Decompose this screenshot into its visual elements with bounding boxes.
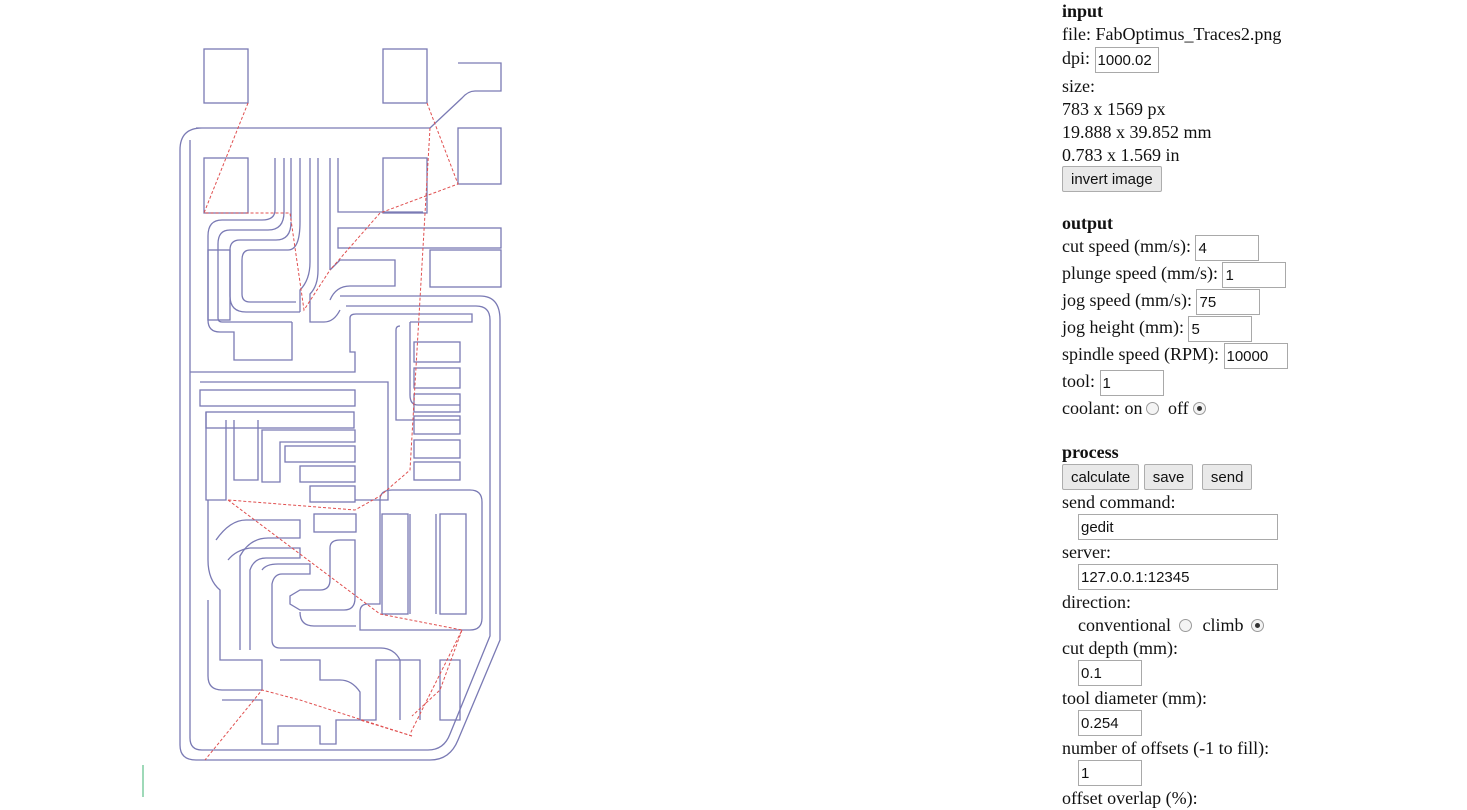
jog-speed-row: jog speed (mm/s):	[1062, 289, 1462, 316]
direction-climb-radio[interactable]	[1251, 618, 1265, 632]
board-outline-path	[179, 127, 501, 761]
toolpath-traces	[179, 48, 502, 761]
invert-image-button[interactable]: invert image	[1062, 166, 1162, 192]
offsets-input[interactable]	[1078, 760, 1142, 786]
pad-top-mid	[382, 48, 428, 104]
pad-top-left	[203, 48, 249, 104]
save-button[interactable]: save	[1143, 464, 1194, 490]
coolant-label: coolant:	[1062, 398, 1120, 418]
file-name: FabOptimus_Traces2.png	[1095, 24, 1282, 44]
trace-top-right	[429, 62, 502, 129]
offsets-label: number of offsets (-1 to fill):	[1062, 738, 1270, 758]
jog-moves	[203, 102, 463, 761]
file-label: file:	[1062, 24, 1091, 44]
cut-depth-label: cut depth (mm):	[1062, 638, 1178, 658]
file-row: file: FabOptimus_Traces2.png	[1062, 23, 1462, 46]
plunge-speed-row: plunge speed (mm/s):	[1062, 262, 1462, 289]
send-command-label: send command:	[1062, 492, 1176, 512]
tool-diameter-label: tool diameter (mm):	[1062, 688, 1207, 708]
toolpath-canvas[interactable]	[0, 0, 1040, 797]
direction-conventional-radio[interactable]	[1178, 618, 1192, 632]
tool-label: tool:	[1062, 371, 1096, 392]
jog-speed-input[interactable]	[1196, 289, 1261, 315]
size-px: 783 x 1569 px	[1062, 99, 1166, 119]
calculate-button[interactable]: calculate	[1062, 464, 1140, 490]
input-section-title: input	[1062, 1, 1104, 21]
plunge-speed-label: plunge speed (mm/s):	[1062, 263, 1218, 284]
tool-input[interactable]	[1099, 370, 1164, 396]
direction-row: conventional climb	[1062, 614, 1462, 637]
size-label: size:	[1062, 76, 1095, 96]
dpi-label: dpi:	[1062, 48, 1091, 69]
direction-conventional-label: conventional	[1078, 615, 1171, 635]
coolant-on-radio[interactable]	[1146, 401, 1160, 415]
dpi-input[interactable]	[1094, 47, 1159, 73]
offset-overlap-label: offset overlap (%):	[1062, 788, 1198, 808]
process-buttons: calculate save send	[1062, 464, 1462, 491]
process-section-title: process	[1062, 442, 1119, 462]
send-command-input[interactable]	[1078, 514, 1278, 540]
size-mm: 19.888 x 39.852 mm	[1062, 122, 1212, 142]
cut-speed-row: cut speed (mm/s):	[1062, 235, 1462, 262]
size-in: 0.783 x 1.569 in	[1062, 145, 1180, 165]
spindle-input[interactable]	[1223, 343, 1288, 369]
direction-label: direction:	[1062, 592, 1131, 612]
plunge-speed-input[interactable]	[1222, 262, 1287, 288]
cut-speed-label: cut speed (mm/s):	[1062, 236, 1191, 257]
cut-depth-input[interactable]	[1078, 660, 1142, 686]
output-section-title: output	[1062, 213, 1114, 233]
pad-mid-upper	[382, 157, 428, 214]
trace-right-bar	[337, 227, 502, 249]
coolant-on-label: on	[1124, 398, 1143, 418]
settings-panel: input file: FabOptimus_Traces2.png dpi: …	[1062, 0, 1462, 810]
jog-height-label: jog height (mm):	[1062, 317, 1184, 338]
pad-left-upper	[203, 157, 249, 214]
coolant-off-label: off	[1167, 398, 1189, 418]
server-input[interactable]	[1078, 564, 1278, 590]
direction-climb-label: climb	[1202, 615, 1244, 635]
cut-speed-input[interactable]	[1195, 235, 1260, 261]
server-label: server:	[1062, 542, 1111, 562]
jog-speed-label: jog speed (mm/s):	[1062, 290, 1192, 311]
send-button[interactable]: send	[1201, 464, 1253, 490]
coolant-off-radio[interactable]	[1192, 401, 1206, 415]
spindle-row: spindle speed (RPM):	[1062, 343, 1462, 370]
toolpath-preview	[142, 48, 502, 797]
spindle-label: spindle speed (RPM):	[1062, 344, 1219, 365]
jog-height-input[interactable]	[1188, 316, 1253, 342]
pad-right	[457, 127, 502, 185]
coolant-row: coolant: on off	[1062, 397, 1462, 424]
jog-height-row: jog height (mm):	[1062, 316, 1462, 343]
dpi-row: dpi:	[1062, 47, 1462, 73]
tool-diameter-input[interactable]	[1078, 710, 1142, 736]
tool-row: tool:	[1062, 370, 1462, 397]
